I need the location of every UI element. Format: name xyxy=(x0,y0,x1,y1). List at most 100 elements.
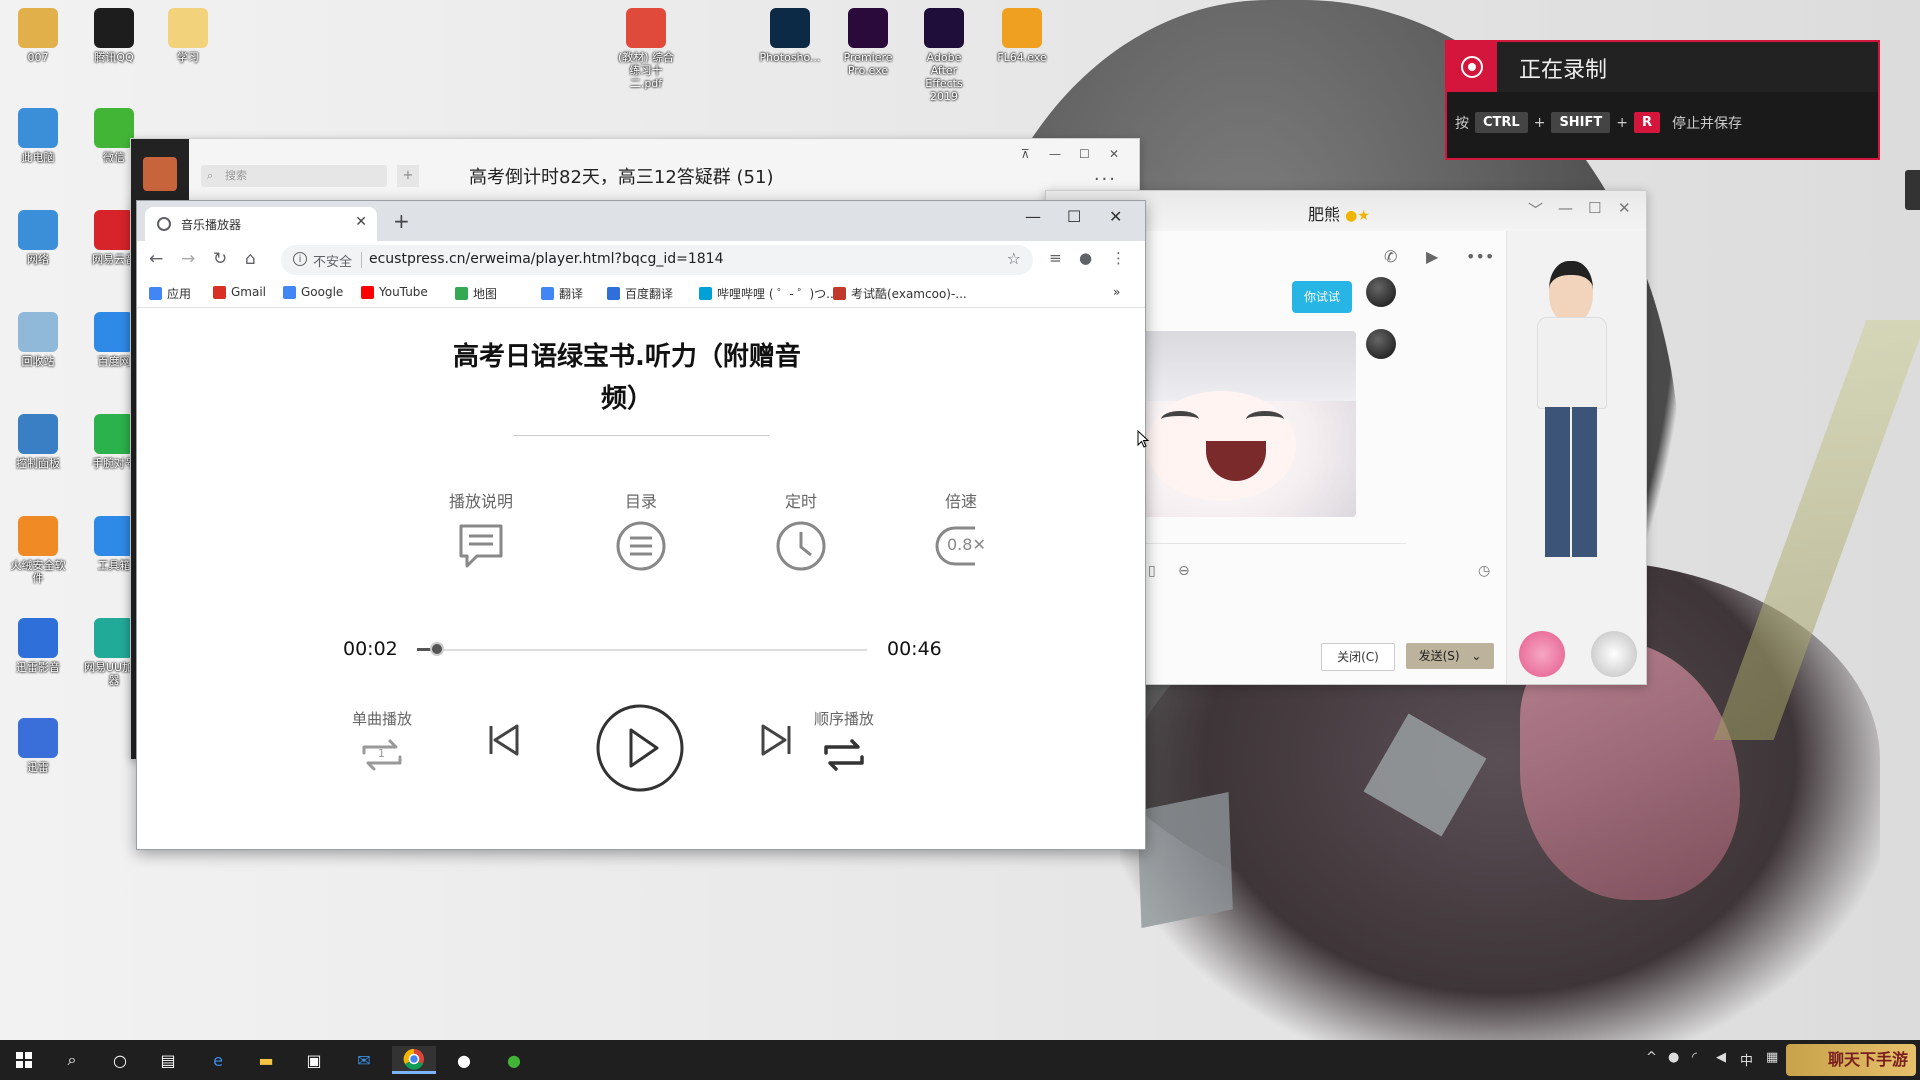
task-view-icon[interactable]: ▤ xyxy=(146,1046,190,1074)
close-button[interactable]: ✕ xyxy=(1109,147,1119,161)
qq-add-button[interactable]: + xyxy=(397,165,419,187)
record-icon[interactable] xyxy=(1447,42,1497,92)
dropdown-icon[interactable]: ﹀ xyxy=(1528,199,1543,220)
desktop-icon[interactable]: 火绒安全软件 xyxy=(6,516,70,585)
maximize-button[interactable]: ☐ xyxy=(1067,207,1081,226)
recording-title: 正在录制 xyxy=(1519,58,1608,83)
address-bar[interactable]: i 不安全 ecustpress.cn/erweima/player.html?… xyxy=(281,245,1033,275)
play-button[interactable] xyxy=(595,703,685,793)
desktop-icon[interactable]: Photosho... xyxy=(758,8,822,64)
previous-track-icon[interactable] xyxy=(483,720,523,760)
search-icon[interactable]: ⌕ xyxy=(50,1046,94,1074)
close-button[interactable]: ✕ xyxy=(1618,199,1631,217)
media-control-icon[interactable]: ≡ xyxy=(1049,249,1062,267)
phone-icon[interactable]: ✆ xyxy=(1384,247,1397,266)
cortana-icon[interactable]: ○ xyxy=(98,1046,142,1074)
sequential-play-button[interactable]: 顺序播放 xyxy=(789,708,899,777)
desktop-icon[interactable]: 迅雷影音 xyxy=(6,618,70,674)
chat-send-button[interactable]: 发送(S) ⌄ xyxy=(1406,643,1494,669)
bookmark-item[interactable]: Gmail xyxy=(213,285,266,299)
back-icon[interactable]: ← xyxy=(149,249,163,269)
desktop-icon-label: 网络 xyxy=(27,253,49,266)
desktop-icon[interactable]: Premiere Pro.exe xyxy=(836,8,900,77)
minimize-button[interactable]: — xyxy=(1025,207,1041,226)
progress-handle[interactable] xyxy=(430,642,445,656)
bookmark-item[interactable]: 哔哩哔哩 ( ゜- ゜)つ... xyxy=(699,285,838,302)
bookmark-item[interactable]: Google xyxy=(283,285,343,299)
desktop-icon[interactable]: (教材) 综合练习十二.pdf xyxy=(614,8,678,90)
home-icon[interactable]: ⌂ xyxy=(245,249,256,269)
qq-tray-icon[interactable]: ● xyxy=(1668,1050,1679,1065)
shake-icon[interactable]: ▯ xyxy=(1148,563,1156,579)
bookmark-star-icon[interactable]: ☆ xyxy=(1007,249,1021,268)
desktop-icon[interactable]: 迅雷 xyxy=(6,718,70,774)
bookmark-item[interactable]: YouTube xyxy=(361,285,428,299)
profile-icon[interactable]: ● xyxy=(1079,249,1092,267)
info-icon[interactable]: i xyxy=(293,252,307,266)
side-panel-handle[interactable] xyxy=(1905,170,1920,210)
desktop-icon[interactable]: FL64.exe xyxy=(990,8,1054,64)
qq-user-avatar[interactable] xyxy=(143,157,177,191)
bookmark-item[interactable]: 考试酷(examcoo)-... xyxy=(833,285,967,302)
current-time: 00:02 xyxy=(343,638,398,660)
bookmark-item[interactable]: 百度翻译 xyxy=(607,285,673,302)
tab-close-icon[interactable]: ✕ xyxy=(355,214,367,230)
catalog-button[interactable]: 目录 xyxy=(586,488,696,576)
bookmark-item[interactable]: 地图 xyxy=(455,285,497,302)
more-icon[interactable]: ••• xyxy=(1466,247,1494,266)
speed-button[interactable]: 倍速 0.8✕ xyxy=(906,488,1016,572)
store-icon[interactable]: ▣ xyxy=(292,1046,336,1074)
edge-icon[interactable]: e xyxy=(196,1046,240,1074)
desktop-icon[interactable]: 网络 xyxy=(6,210,70,266)
reload-icon[interactable]: ↻ xyxy=(213,249,227,269)
desktop-icon[interactable]: 腾讯QQ xyxy=(82,8,146,64)
close-button[interactable]: ✕ xyxy=(1109,207,1122,226)
more-options-icon[interactable]: ··· xyxy=(1094,169,1117,190)
single-play-button[interactable]: 单曲播放 1 xyxy=(327,708,437,777)
desktop-icon[interactable]: 控制面板 xyxy=(6,414,70,470)
minimize-button[interactable]: — xyxy=(1049,147,1061,161)
chrome-taskbar-icon[interactable] xyxy=(392,1046,436,1074)
mail-icon[interactable]: ✉ xyxy=(342,1046,386,1074)
chevron-up-icon[interactable]: ^ xyxy=(1646,1050,1657,1065)
app-icon xyxy=(18,312,58,352)
video-call-icon[interactable]: ▶ xyxy=(1426,247,1438,266)
desktop-icon[interactable]: 回收站 xyxy=(6,312,70,368)
tab-music-player[interactable]: 音乐播放器 ✕ xyxy=(145,207,377,241)
volume-icon[interactable]: ◀ xyxy=(1716,1050,1726,1065)
menu-kebab-icon[interactable]: ⋮ xyxy=(1111,249,1126,267)
ime-indicator[interactable]: 中 xyxy=(1740,1050,1753,1069)
qq-search-input[interactable]: ⌕ 搜索 xyxy=(201,165,387,187)
bookmarks-more-icon[interactable]: » xyxy=(1113,285,1120,299)
windows-start-icon[interactable] xyxy=(2,1046,46,1074)
file-explorer-icon[interactable]: ▬ xyxy=(244,1046,288,1074)
chat-close-button[interactable]: 关闭(C) xyxy=(1321,643,1395,671)
network-icon[interactable]: ◜ xyxy=(1692,1050,1697,1065)
instructions-button[interactable]: 播放说明 xyxy=(426,488,536,576)
desktop-icon-label: 火绒安全软件 xyxy=(10,559,66,585)
history-icon[interactable]: ◷ xyxy=(1478,563,1490,579)
progress-track[interactable] xyxy=(417,649,867,651)
app-icon xyxy=(94,516,134,556)
more-icon[interactable]: ⊖ xyxy=(1178,563,1190,579)
qq-taskbar-icon[interactable]: ● xyxy=(442,1046,486,1074)
desktop-icon[interactable]: 此电脑 xyxy=(6,108,70,164)
forward-icon[interactable]: → xyxy=(181,249,195,269)
keyboard-icon[interactable]: ▦ xyxy=(1766,1050,1778,1065)
desktop-icon[interactable]: 学习 xyxy=(156,8,220,64)
maximize-button[interactable]: ☐ xyxy=(1079,147,1090,161)
maximize-button[interactable]: ☐ xyxy=(1588,199,1601,217)
url-text[interactable]: ecustpress.cn/erweima/player.html?bqcg_i… xyxy=(369,251,723,267)
wechat-taskbar-icon[interactable]: ● xyxy=(492,1046,536,1074)
minimize-button[interactable]: — xyxy=(1558,199,1573,217)
timer-button[interactable]: 定时 xyxy=(746,488,856,576)
chevron-down-icon[interactable]: ⌄ xyxy=(1471,649,1481,663)
insecure-label[interactable]: 不安全 xyxy=(313,251,352,270)
bookmark-item[interactable]: 翻译 xyxy=(541,285,583,302)
desktop-icon[interactable]: 007 xyxy=(6,8,70,64)
new-tab-button[interactable]: + xyxy=(393,209,410,233)
desktop-icon[interactable]: Adobe After Effects 2019 xyxy=(912,8,976,103)
bookmark-item[interactable]: 应用 xyxy=(149,285,191,302)
pin-icon[interactable]: ⊼ xyxy=(1021,147,1030,161)
vip-star-icon: ●★ xyxy=(1345,208,1370,224)
